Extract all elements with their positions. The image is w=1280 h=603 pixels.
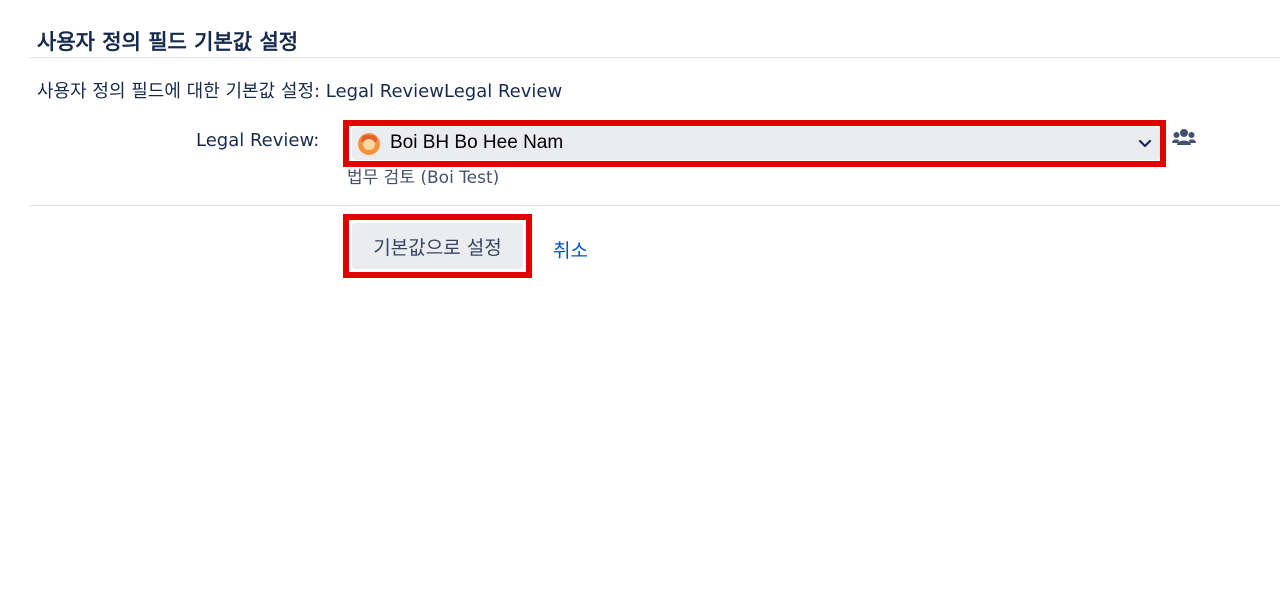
user-group-icon[interactable] — [1172, 128, 1196, 148]
title-divider — [30, 57, 1280, 58]
legal-review-select[interactable]: Boi BH Bo Hee Nam — [352, 127, 1160, 160]
cancel-link[interactable]: 취소 — [553, 236, 588, 263]
field-description: 법무 검토 (Boi Test) — [347, 168, 500, 188]
page-description: 사용자 정의 필드에 대한 기본값 설정: Legal ReviewLegal … — [37, 81, 563, 102]
selected-user-value: Boi BH Bo Hee Nam — [390, 132, 564, 153]
legal-review-label: Legal Review: — [196, 130, 320, 151]
set-default-button[interactable]: 기본값으로 설정 — [352, 223, 523, 269]
user-avatar-icon — [358, 133, 380, 155]
page-title: 사용자 정의 필드 기본값 설정 — [37, 30, 299, 54]
chevron-down-icon — [1138, 139, 1152, 148]
form-divider — [30, 205, 1280, 206]
